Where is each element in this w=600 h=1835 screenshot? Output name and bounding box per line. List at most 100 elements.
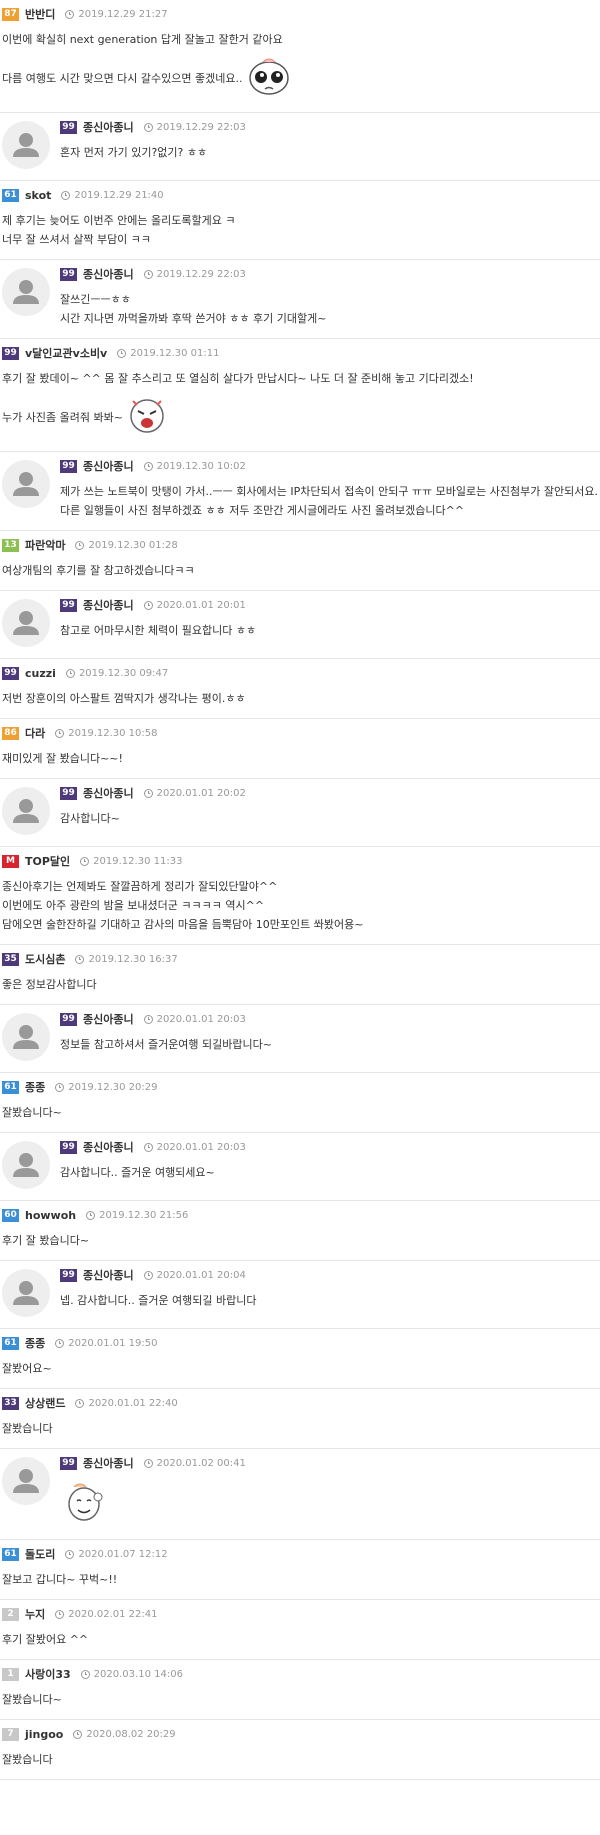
author-name[interactable]: skot [25, 189, 51, 202]
comment-line: 잘쓰긴ㅡㅡㅎㅎ [60, 293, 131, 306]
comment-item: 99 v달인교관v소비v 2019.12.30 01:11 후기 잘 봤데이~ ^^ … [0, 339, 600, 452]
comment-meta: 99 종신아종니 2019.12.29 22:03 [60, 264, 600, 284]
clock-icon [143, 788, 153, 798]
author-name[interactable]: 파란악마 [25, 537, 65, 553]
author-name[interactable]: 종신아종니 [83, 119, 134, 135]
comment-date: 2020.01.01 20:01 [143, 599, 246, 611]
comment-date: 2019.12.29 21:27 [65, 8, 168, 20]
level-badge: 99 [2, 346, 19, 360]
comment-date: 2019.12.30 11:33 [80, 856, 182, 867]
comment-item: M TOP달인 2019.12.30 11:33 종신아후기는 언제봐도 잘깔끔하게 … [0, 847, 600, 945]
comment-date: 2020.08.02 20:29 [73, 1729, 176, 1740]
comment-date: 2020.01.01 20:04 [143, 1270, 246, 1281]
comment-body: 잘봤습니다~ [2, 1103, 600, 1122]
author-name[interactable]: 종신아종니 [83, 458, 134, 474]
comment-meta: 99 종신아종니 2020.01.01 20:02 [60, 783, 600, 803]
level-badge: 35 [2, 952, 19, 966]
author-name[interactable]: 종종 [25, 1335, 45, 1351]
comment-line: 감사합니다~ [60, 812, 120, 825]
comment-date: 2020.02.01 22:41 [55, 1609, 158, 1620]
avatar[interactable] [2, 1457, 50, 1505]
clock-icon [143, 122, 153, 132]
author-name[interactable]: 종신아종니 [83, 1011, 134, 1027]
comment-meta: 99 v달인교관v소비v 2019.12.30 01:11 [2, 343, 600, 363]
author-name[interactable]: 도시심촌 [25, 951, 65, 967]
comment-meta: 61 종종 2020.01.01 19:50 [2, 1333, 600, 1353]
date-text: 2020.01.01 19:50 [68, 1337, 158, 1349]
comment-line: 시간 지나면 까먹을까봐 후딱 쓴거야 ㅎㅎ 후기 기대할게~ [60, 312, 327, 325]
comment-body: 참고로 어마무시한 체력이 필요합니다 ㅎㅎ [60, 621, 600, 640]
comment-date: 2019.12.30 09:47 [65, 668, 168, 679]
clock-icon [143, 1270, 153, 1280]
author-name[interactable]: 반반디 [25, 6, 55, 22]
reply-item: 99 종신아종니 2020.01.01 20:03 정보들 참고하셔서 즐거운여행 되… [0, 1005, 600, 1073]
date-text: 2019.12.29 21:40 [74, 189, 164, 201]
author-name[interactable]: 돌도리 [25, 1546, 55, 1562]
level-badge: 99 [60, 267, 77, 281]
comment-body [60, 1479, 600, 1529]
clock-icon [143, 461, 153, 471]
level-badge: 99 [60, 1140, 77, 1154]
author-name[interactable]: 종신아종니 [83, 597, 134, 613]
avatar[interactable] [2, 268, 50, 316]
author-name[interactable]: TOP달인 [25, 853, 70, 869]
comment-item: 7 jingoo 2020.08.02 20:29 잘봤습니다 [0, 1720, 600, 1780]
comment-line: 잘봤습니다~ [2, 1693, 62, 1706]
author-name[interactable]: 종신아종니 [83, 1267, 134, 1283]
comment-line: 종신아후기는 언제봐도 잘깔끔하게 정리가 잘되있단말야^^ [2, 880, 278, 893]
author-name[interactable]: 종신아종니 [83, 1139, 134, 1155]
avatar[interactable] [2, 787, 50, 835]
author-name[interactable]: 종신아종니 [83, 785, 134, 801]
avatar[interactable] [2, 460, 50, 508]
author-name[interactable]: 누지 [25, 1606, 45, 1622]
level-badge: 99 [60, 1268, 77, 1282]
clock-icon [65, 9, 75, 19]
comment-line: 참고로 어마무시한 체력이 필요합니다 ㅎㅎ [60, 624, 257, 637]
comment-line: 재미있게 잘 봤습니다~~! [2, 752, 123, 765]
author-name[interactable]: jingoo [25, 1728, 63, 1741]
comment-date: 2019.12.29 22:03 [143, 122, 246, 133]
comment-date: 2020.01.01 22:40 [75, 1398, 178, 1409]
author-name[interactable]: v달인교관v소비v [25, 345, 107, 361]
comment-meta: M TOP달인 2019.12.30 11:33 [2, 851, 600, 871]
avatar[interactable] [2, 1269, 50, 1317]
comment-meta: 35 도시심촌 2019.12.30 16:37 [2, 949, 600, 969]
clock-icon [86, 1210, 96, 1220]
author-name[interactable]: 종신아종니 [83, 266, 134, 282]
author-name[interactable]: 종신아종니 [83, 1455, 134, 1471]
reply-item: 99 종신아종니 2020.01.01 20:01 참고로 어마무시한 체력이 필요합… [0, 591, 600, 659]
date-text: 2020.01.01 20:01 [156, 599, 246, 611]
comment-date: 2020.01.01 19:50 [55, 1337, 158, 1349]
author-name[interactable]: cuzzi [25, 667, 56, 680]
avatar[interactable] [2, 599, 50, 647]
clock-icon [65, 1549, 75, 1559]
avatar[interactable] [2, 1141, 50, 1189]
comment-body: 잘쓰긴ㅡㅡㅎㅎ 시간 지나면 까먹을까봐 후딱 쓴거야 ㅎㅎ 후기 기대할게~ [60, 290, 600, 328]
comment-line: 후기 잘 봤습니다~ [2, 1234, 90, 1247]
comment-body: 재미있게 잘 봤습니다~~! [2, 749, 600, 768]
avatar[interactable] [2, 1013, 50, 1061]
author-name[interactable]: 상상랜드 [25, 1395, 65, 1411]
date-text: 2019.12.29 21:27 [78, 8, 168, 20]
level-badge: 99 [2, 666, 19, 680]
clock-icon [75, 954, 85, 964]
comment-meta: 2 누지 2020.02.01 22:41 [2, 1604, 600, 1624]
author-name[interactable]: 종종 [25, 1079, 45, 1095]
comment-meta: 87 반반디 2019.12.29 21:27 [2, 4, 600, 24]
author-name[interactable]: 다라 [25, 725, 45, 741]
author-name[interactable]: howwoh [25, 1209, 76, 1222]
comment-date: 2019.12.30 10:58 [55, 728, 158, 739]
date-text: 2019.12.30 21:56 [99, 1209, 189, 1221]
author-name[interactable]: 사랑이33 [25, 1666, 71, 1682]
comment-body: 제가 쓰는 노트북이 맛탱이 가서..ㅡㅡ 회사에서는 IP차단되서 접속이 안… [60, 482, 600, 520]
comment-meta: 61 돌도리 2020.01.07 12:12 [2, 1544, 600, 1564]
comment-date: 2020.01.01 20:03 [143, 1014, 246, 1025]
comment-meta: 99 종신아종니 2020.01.01 20:03 [60, 1009, 600, 1029]
comment-line: 정보들 참고하셔서 즐거운여행 되길바랍니다~ [60, 1038, 272, 1051]
avatar[interactable] [2, 121, 50, 169]
comment-line: 잘봤습니다~ [2, 1106, 62, 1119]
comment-body: 넵. 감사합니다.. 즐거운 여행되길 바랍니다 [60, 1291, 600, 1310]
comment-line: 다름 여행도 시간 맞으면 다시 갈수있으면 좋겠네요.. [2, 56, 600, 102]
reply-item: 99 종신아종니 2019.12.29 22:03 잘쓰긴ㅡㅡㅎㅎ 시간 지나면 까먹을… [0, 260, 600, 339]
comment-date: 2019.12.30 16:37 [75, 954, 178, 965]
